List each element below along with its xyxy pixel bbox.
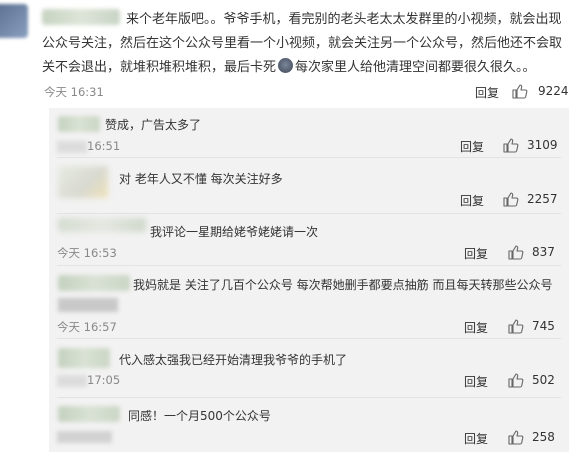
thumbs-up-icon[interactable] bbox=[512, 84, 528, 99]
thumbs-up-icon[interactable] bbox=[508, 245, 524, 260]
like-count: 502 bbox=[532, 373, 555, 387]
thumbs-up-icon[interactable] bbox=[508, 373, 524, 388]
reply-text: 我评论一星期给姥爷姥姥请一次 bbox=[150, 225, 319, 239]
reply-button[interactable]: 回复 bbox=[464, 373, 488, 390]
reply-avatar-blurred[interactable] bbox=[58, 166, 108, 198]
like-count: 2257 bbox=[527, 192, 558, 206]
reply-button[interactable]: 回复 bbox=[464, 245, 488, 262]
reply-text: 同感！一个月500个公众号 bbox=[128, 409, 271, 423]
reply-item: 赞成，广告太多了 16:51 回复 3109 bbox=[49, 108, 569, 158]
main-comment: 来个老年版吧。。爷爷手机，看完别的老头老太太发群里的小视频，就会出现公众号关注，… bbox=[0, 0, 583, 106]
reply-item: 代入感太强我已经开始清理我爷爷的手机了 17:05 回复 502 bbox=[49, 339, 569, 398]
reply-time: 今天 16:53 bbox=[57, 246, 117, 260]
comment-text: 来个老年版吧。。爷爷手机，看完别的老头老太太发群里的小视频，就会出现公众号关注，… bbox=[42, 8, 562, 80]
thumbs-up-icon[interactable] bbox=[503, 138, 519, 153]
reply-text-overflow-blurred bbox=[58, 298, 118, 312]
reply-username-blurred[interactable] bbox=[58, 348, 110, 368]
like-count: 837 bbox=[532, 245, 555, 259]
reply-time: 16:51 bbox=[87, 139, 121, 153]
like-count: 9224 bbox=[538, 84, 569, 98]
reply-text: 我妈就是 关注了几百个公众号 每次帮她删手都要点抽筋 而且每天转那些公众号 bbox=[133, 278, 553, 292]
replies-panel: 赞成，广告太多了 16:51 回复 3109 对 老年人又不懂 每次关注好多 回… bbox=[49, 108, 569, 452]
reply-username-blurred[interactable] bbox=[58, 275, 130, 291]
reply-item: 我妈就是 关注了几百个公众号 每次帮她删手都要点抽筋 而且每天转那些公众号 今天… bbox=[49, 266, 569, 339]
thumbs-up-icon[interactable] bbox=[508, 430, 524, 445]
avatar[interactable] bbox=[0, 4, 28, 38]
reply-time-prefix-blurred bbox=[57, 375, 87, 387]
reply-item: 我评论一星期给姥爷姥姥请一次 今天 16:53 回复 837 bbox=[49, 214, 569, 266]
reply-button[interactable]: 回复 bbox=[460, 138, 484, 155]
reply-username-blurred[interactable] bbox=[58, 218, 146, 232]
reply-time: 今天 16:57 bbox=[57, 320, 117, 334]
comment-text-tail: 每次家里人给他清理空间都要很久很久。。 bbox=[295, 60, 536, 75]
thumbs-up-icon[interactable] bbox=[508, 319, 524, 334]
reply-button[interactable]: 回复 bbox=[460, 192, 484, 209]
reply-time: 17:05 bbox=[87, 373, 121, 387]
thumbs-up-icon[interactable] bbox=[503, 192, 519, 207]
reply-time-prefix-blurred bbox=[57, 141, 87, 153]
like-count: 745 bbox=[532, 319, 555, 333]
reply-time-blurred bbox=[57, 431, 112, 443]
reply-username-blurred[interactable] bbox=[58, 406, 120, 422]
inline-avatar-icon bbox=[278, 58, 294, 73]
reply-text: 代入感太强我已经开始清理我爷爷的手机了 bbox=[119, 353, 348, 367]
reply-text: 赞成，广告太多了 bbox=[105, 118, 202, 132]
reply-button[interactable]: 回复 bbox=[464, 430, 488, 447]
reply-item: 同感！一个月500个公众号 回复 258 bbox=[49, 398, 569, 452]
like-count: 3109 bbox=[527, 138, 558, 152]
reply-username-blurred[interactable] bbox=[58, 116, 100, 132]
reply-button[interactable]: 回复 bbox=[475, 84, 499, 101]
reply-button[interactable]: 回复 bbox=[464, 319, 488, 336]
reply-text: 对 老年人又不懂 每次关注好多 bbox=[119, 172, 283, 186]
reply-item: 对 老年人又不懂 每次关注好多 回复 2257 bbox=[49, 158, 569, 214]
comment-time: 今天 16:31 bbox=[44, 85, 104, 99]
like-count: 258 bbox=[532, 430, 555, 444]
